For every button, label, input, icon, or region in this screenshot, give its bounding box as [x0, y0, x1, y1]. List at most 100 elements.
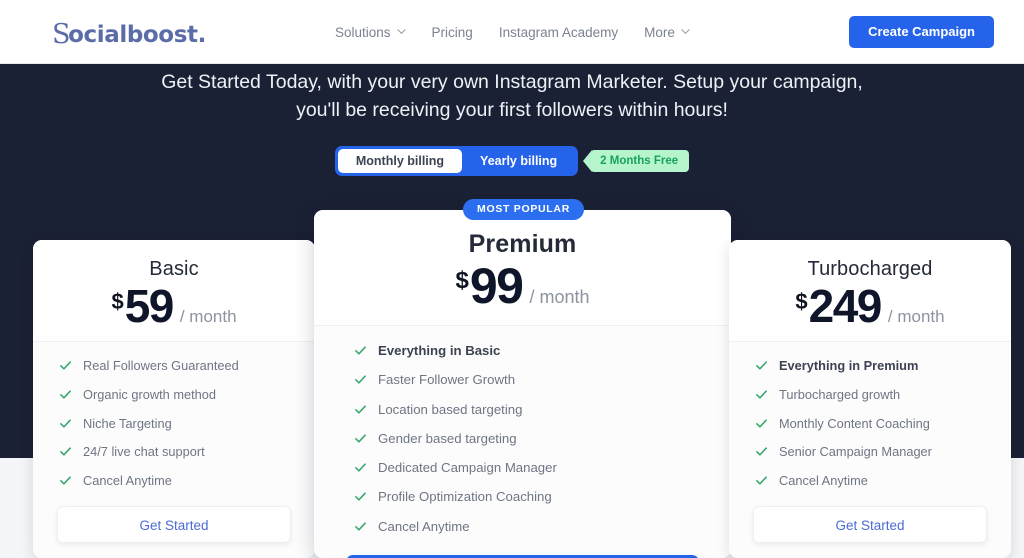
nav-item-label: More [644, 24, 675, 40]
plan-price: $ 59 / month [33, 283, 315, 329]
feature-label: Dedicated Campaign Manager [378, 460, 557, 476]
pricing-page: Socialboost. Solutions Pricing Instagram… [0, 0, 1024, 558]
feature-item: Real Followers Guaranteed [33, 357, 315, 386]
feature-item: Cancel Anytime [314, 518, 731, 547]
nav-item-label: Pricing [431, 24, 473, 40]
feature-item: Senior Campaign Manager [729, 443, 1011, 472]
check-icon [354, 373, 367, 386]
card-button-wrap: Get Started [314, 547, 731, 558]
feature-item: Everything in Basic [314, 342, 731, 371]
check-icon [755, 417, 768, 430]
chevron-down-icon [681, 27, 690, 36]
brand-logo[interactable]: Socialboost. [52, 18, 206, 50]
feature-label: Monthly Content Coaching [779, 415, 930, 431]
plan-price: $ 99 / month [314, 261, 731, 311]
feature-label: Niche Targeting [83, 415, 172, 431]
nav-item-more[interactable]: More [644, 25, 690, 40]
check-icon [755, 359, 768, 372]
chevron-down-icon [396, 27, 406, 36]
price-amount: 249 [808, 280, 883, 332]
feature-label: Location based targeting [378, 401, 523, 417]
most-popular-badge: MOST POPULAR [463, 199, 584, 220]
check-icon [755, 474, 768, 487]
card-header: Basic $ 59 / month [33, 240, 315, 341]
check-icon [755, 445, 768, 458]
hero-heading-line-1: Get Started Today, with your very own In… [161, 71, 863, 93]
billing-option-monthly[interactable]: Monthly billing [337, 149, 463, 173]
price-period: / month [529, 287, 590, 307]
card-header: Premium $ 99 / month [314, 210, 731, 325]
feature-label: Cancel Anytime [83, 473, 172, 489]
top-navigation-bar: Socialboost. Solutions Pricing Instagram… [0, 0, 1024, 64]
feature-item: Dedicated Campaign Manager [314, 459, 731, 488]
price-currency: $ [111, 289, 124, 314]
feature-label: Organic growth method [83, 386, 217, 402]
check-icon [59, 445, 72, 458]
feature-label: 24/7 live chat support [83, 444, 205, 460]
feature-label: Turbocharged growth [779, 386, 901, 402]
feature-item: Monthly Content Coaching [729, 415, 1011, 444]
feature-label: Cancel Anytime [378, 518, 470, 534]
check-icon [354, 403, 367, 416]
card-header: Turbocharged $ 249 / month [729, 240, 1011, 341]
feature-item: Location based targeting [314, 401, 731, 430]
check-icon [59, 359, 72, 372]
check-icon [354, 432, 367, 445]
price-amount: 99 [469, 258, 524, 314]
nav-item-instagram-academy[interactable]: Instagram Academy [499, 25, 618, 40]
nav-item-pricing[interactable]: Pricing [432, 25, 473, 40]
feature-item: Profile Optimization Coaching [314, 488, 731, 517]
feature-label: Faster Follower Growth [378, 372, 516, 388]
feature-item: Cancel Anytime [729, 472, 1011, 501]
feature-label: Real Followers Guaranteed [83, 358, 239, 373]
feature-label: Everything in Premium [779, 358, 919, 373]
hero-heading-line-2: you'll be receiving your first followers… [296, 99, 728, 121]
nav-item-label: Solutions [335, 24, 391, 40]
price-period: / month [179, 307, 237, 326]
hero-heading: Get Started Today, with your very own In… [0, 68, 1024, 124]
pricing-card-turbocharged: Turbocharged $ 249 / month Everything in… [729, 240, 1011, 558]
nav-item-solutions[interactable]: Solutions [335, 25, 406, 40]
price-currency: $ [455, 267, 469, 294]
plan-name: Turbocharged [807, 258, 933, 280]
pricing-card-basic: Basic $ 59 / month Real Followers Guaran… [33, 240, 315, 558]
card-body: Everything in Basic Faster Follower Grow… [314, 325, 731, 558]
price-amount: 59 [124, 280, 175, 332]
get-started-button-basic[interactable]: Get Started [57, 505, 291, 543]
check-icon [354, 520, 367, 533]
feature-label: Senior Campaign Manager [779, 444, 932, 460]
feature-label: Everything in Basic [378, 343, 501, 358]
check-icon [59, 417, 72, 430]
feature-label: Profile Optimization Coaching [378, 489, 552, 505]
price-currency: $ [795, 289, 808, 314]
feature-item: Everything in Premium [729, 357, 1011, 386]
create-campaign-button[interactable]: Create Campaign [849, 16, 994, 48]
check-icon [59, 474, 72, 487]
billing-toggle[interactable]: Monthly billing Yearly billing [334, 146, 579, 176]
promo-badge: 2 Months Free [583, 150, 690, 172]
logo-wordmark: ocialboost. [68, 22, 206, 48]
feature-item: Cancel Anytime [33, 472, 315, 501]
card-body: Everything in Premium Turbocharged growt… [729, 341, 1011, 558]
nav-item-label: Instagram Academy [498, 24, 619, 40]
feature-label: Gender based targeting [378, 430, 517, 446]
feature-item: Gender based targeting [314, 430, 731, 459]
card-button-wrap: Get Started [729, 501, 1011, 543]
get-started-button-turbocharged[interactable]: Get Started [753, 505, 987, 543]
price-period: / month [887, 307, 945, 326]
card-body: Real Followers Guaranteed Organic growth… [33, 341, 315, 558]
plan-name: Premium [468, 230, 577, 258]
feature-item: 24/7 live chat support [33, 443, 315, 472]
feature-item: Turbocharged growth [729, 386, 1011, 415]
billing-option-yearly[interactable]: Yearly billing [462, 149, 576, 173]
main-nav: Solutions Pricing Instagram Academy More [335, 0, 690, 64]
plan-price: $ 249 / month [729, 283, 1011, 329]
billing-toggle-row: Monthly billing Yearly billing 2 Months … [0, 146, 1024, 176]
check-icon [755, 388, 768, 401]
card-button-wrap: Get Started [33, 501, 315, 543]
pricing-card-premium: Premium $ 99 / month Everything in Basic… [314, 210, 731, 558]
plan-name: Basic [149, 258, 199, 280]
check-icon [354, 344, 367, 357]
feature-item: Faster Follower Growth [314, 371, 731, 400]
check-icon [59, 388, 72, 401]
